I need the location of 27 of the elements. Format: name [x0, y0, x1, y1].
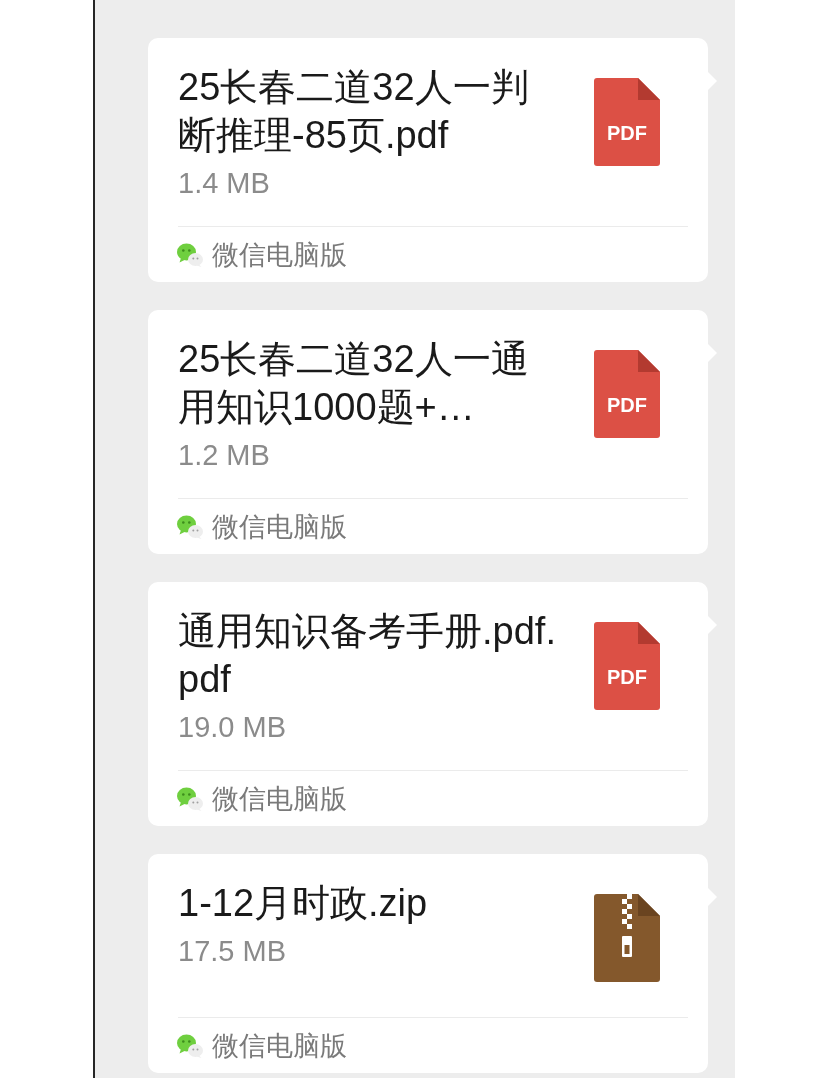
- pdf-file-icon: [594, 78, 660, 166]
- source-label: 微信电脑版: [212, 1029, 347, 1062]
- file-size: 19.0 MB: [178, 710, 287, 745]
- pdf-file-icon: [594, 622, 660, 710]
- chat-bubbles-icon: [177, 242, 203, 267]
- archive-file-icon: [594, 894, 660, 982]
- pdf-file-icon: [594, 350, 660, 438]
- source-label: 微信电脑版: [212, 238, 347, 271]
- source-label: 微信电脑版: [212, 510, 347, 543]
- chat-bubbles-icon: [177, 786, 203, 811]
- file-type-label: PDF: [606, 121, 648, 145]
- file-size: 17.5 MB: [178, 934, 287, 969]
- file-name: 25长春二道32人一通 用知识1000题+…: [178, 337, 529, 430]
- file-type-label: PDF: [606, 393, 648, 417]
- file-message-card[interactable]: 25长春二道32人一通 用知识1000题+… 1.2 MB PDF 微信电脑版: [148, 310, 708, 554]
- file-type-label: PDF: [606, 665, 648, 689]
- file-name: 通用知识备考手册.pdf. pdf: [178, 609, 556, 702]
- file-size: 1.4 MB: [178, 166, 271, 201]
- chat-bubbles-icon: [177, 1033, 203, 1058]
- file-message-card[interactable]: 1-12月时政.zip 17.5 MB 微信电脑版: [148, 854, 708, 1073]
- file-size: 1.2 MB: [178, 438, 271, 473]
- file-name: 1-12月时政.zip: [178, 881, 428, 926]
- file-message-card[interactable]: 通用知识备考手册.pdf. pdf 19.0 MB PDF 微信电脑版: [148, 582, 708, 826]
- file-name: 25长春二道32人一判 断推理-85页.pdf: [178, 65, 529, 158]
- chat-bubbles-icon: [177, 514, 203, 539]
- source-label: 微信电脑版: [212, 782, 347, 815]
- file-message-card[interactable]: 25长春二道32人一判 断推理-85页.pdf 1.4 MB PDF 微信电脑版: [148, 38, 708, 282]
